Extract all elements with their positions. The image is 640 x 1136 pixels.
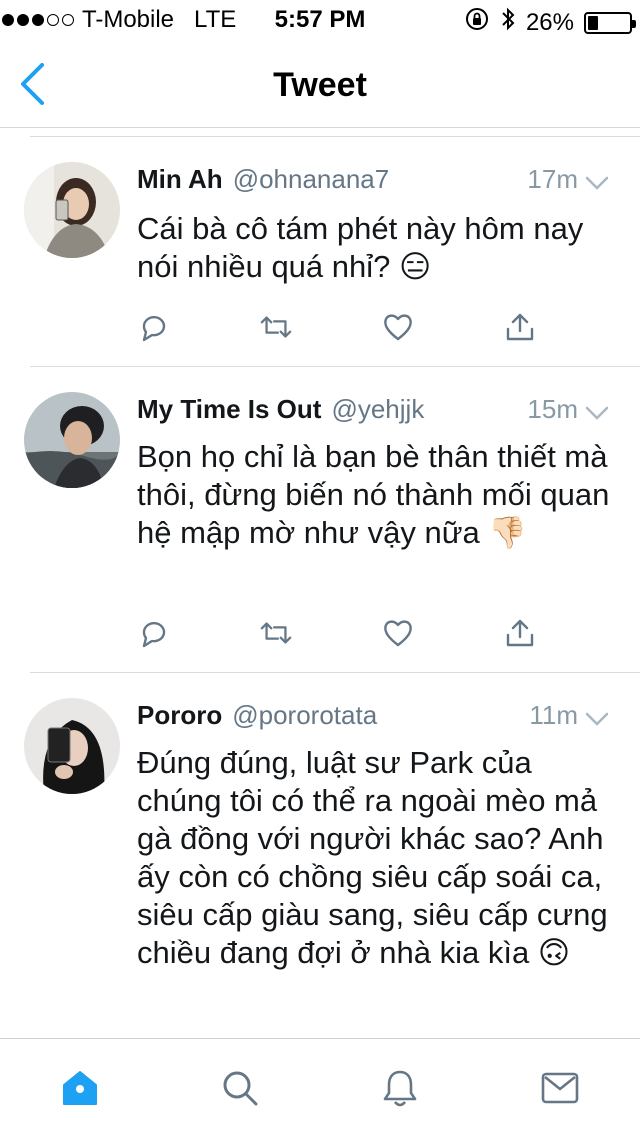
tweet-header: Pororo @pororotata 11m [137, 700, 610, 731]
chevron-down-icon[interactable] [584, 704, 610, 735]
tweet-text: Bọn họ chỉ là bạn bè thân thiết mà thôi,… [137, 439, 610, 550]
like-button[interactable] [381, 616, 415, 650]
tweet-actions [137, 616, 537, 650]
status-bar: T-Mobile LTE 5:57 PM 26% [0, 0, 640, 40]
retweet-icon [260, 622, 292, 644]
retweet-icon [260, 316, 292, 338]
tweet-text: Đúng đúng, luật sư Park của chúng tôi có… [137, 745, 608, 970]
tab-bar [0, 1038, 640, 1136]
battery-percent: 26% [525, 8, 574, 36]
status-right: 26% [464, 6, 636, 39]
heart-icon [384, 314, 412, 341]
tweet-item[interactable]: My Time Is Out @yehjjk 15m Bọn họ chỉ là… [0, 366, 640, 673]
like-button[interactable] [381, 310, 415, 344]
author-name[interactable]: Pororo [137, 700, 222, 731]
tweet-item[interactable]: Min Ah @ohnanana7 17m Cái bà cô tám phét… [0, 136, 640, 367]
author-name[interactable]: My Time Is Out [137, 394, 321, 425]
tab-messages[interactable] [480, 1039, 640, 1136]
tweet-header: Min Ah @ohnanana7 17m [137, 164, 610, 195]
avatar[interactable] [24, 162, 120, 258]
search-icon [223, 1071, 258, 1105]
share-button[interactable] [503, 310, 537, 344]
tweet-time: 11m [529, 700, 578, 730]
home-icon [63, 1070, 97, 1105]
mail-icon [541, 1072, 579, 1103]
share-button[interactable] [503, 616, 537, 650]
share-icon [506, 313, 534, 341]
tweet-time: 17m [527, 164, 578, 194]
heart-icon [384, 620, 412, 647]
retweet-button[interactable] [259, 310, 293, 344]
battery-icon [584, 11, 636, 34]
reply-button[interactable] [137, 310, 171, 344]
avatar[interactable] [24, 698, 120, 794]
tweet-item[interactable]: Pororo @pororotata 11m Đúng đúng, luật s… [0, 672, 640, 1038]
tweet-actions [137, 310, 537, 344]
chevron-down-icon[interactable] [584, 168, 610, 199]
tab-search[interactable] [160, 1039, 320, 1136]
bell-icon [383, 1070, 417, 1106]
share-icon [506, 619, 534, 647]
reply-icon [142, 315, 166, 342]
navigation-bar: Tweet [0, 40, 640, 128]
tab-notifications[interactable] [320, 1039, 480, 1136]
avatar[interactable] [24, 392, 120, 488]
rotation-lock-icon [464, 6, 490, 39]
tweet-time: 15m [527, 394, 578, 424]
tweet-header: My Time Is Out @yehjjk 15m [137, 394, 610, 425]
author-handle[interactable]: @pororotata [232, 700, 377, 731]
tweet-text: Cái bà cô tám phét này hôm nay nói nhiều… [137, 211, 584, 284]
author-handle[interactable]: @ohnanana7 [233, 164, 390, 195]
bluetooth-icon [500, 6, 516, 39]
author-name[interactable]: Min Ah [137, 164, 223, 195]
reply-button[interactable] [137, 616, 171, 650]
reply-icon [142, 621, 166, 648]
chevron-down-icon[interactable] [584, 398, 610, 429]
page-title: Tweet [273, 66, 367, 104]
tab-home[interactable] [0, 1039, 160, 1136]
retweet-button[interactable] [259, 616, 293, 650]
author-handle[interactable]: @yehjjk [331, 394, 424, 425]
